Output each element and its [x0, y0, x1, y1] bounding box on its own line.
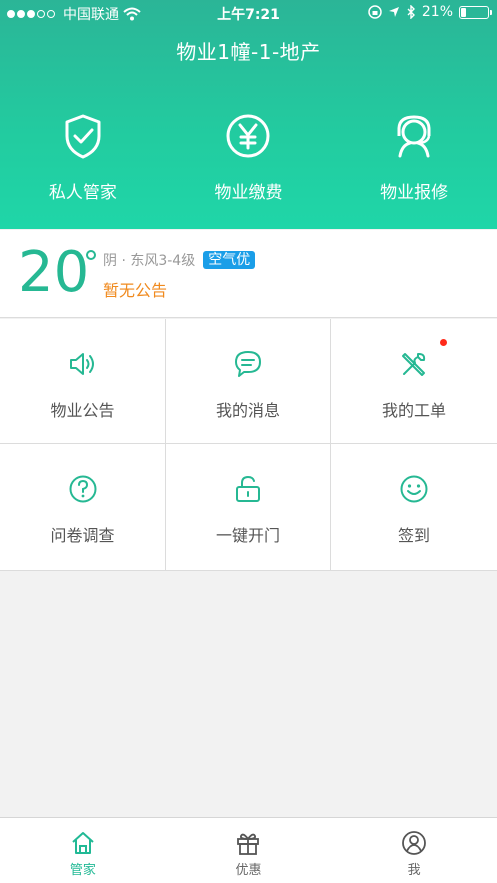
action-label: 物业缴费 [214, 183, 283, 203]
grid-item-messages[interactable]: 我的消息 [166, 319, 331, 444]
battery-icon [459, 5, 492, 19]
grid-item-check-in[interactable]: 签到 [331, 444, 497, 571]
weather-card[interactable]: 20 阴 · 东风3-4级 空气优 暂无公告 [0, 230, 497, 318]
grid-item-label: 我的消息 [215, 401, 280, 420]
top-actions: 私人管家 物业缴费 物业报修 [0, 112, 497, 203]
tab-offers[interactable]: 优惠 [166, 818, 332, 883]
yen-circle-icon [226, 114, 270, 158]
gift-icon [237, 833, 260, 855]
unlock-icon [236, 475, 260, 502]
action-label: 私人管家 [48, 183, 117, 203]
grid-item-label: 一键开门 [215, 526, 280, 545]
speaker-icon [69, 353, 94, 375]
grid-item-open-door[interactable]: 一键开门 [166, 444, 331, 571]
header: 中国联通 上午7:21 21% 物业1幢-1-地产 私人管家 物业缴费 物业报修 [0, 0, 497, 229]
weather-description: 阴 · 东风3-4级 空气优 [103, 250, 256, 270]
location-icon [388, 7, 399, 17]
shield-check-icon [65, 114, 101, 159]
tools-icon [402, 353, 426, 376]
smile-icon [400, 475, 428, 503]
orientation-lock-icon [368, 5, 382, 19]
message-icon [235, 351, 261, 377]
page-title: 物业1幢-1-地产 [176, 40, 321, 64]
service-grid: 物业公告 我的消息 我的工单 问卷调查 一键开门 签到 [0, 319, 497, 571]
grid-item-label: 物业公告 [50, 401, 115, 420]
grid-item-label: 签到 [397, 526, 430, 545]
notice-text[interactable]: 暂无公告 [103, 277, 167, 301]
temperature: 20 [18, 240, 90, 305]
action-label: 物业报修 [380, 183, 449, 203]
grid-item-work-orders[interactable]: 我的工单 [331, 319, 497, 444]
degree-symbol [86, 250, 96, 260]
property-repair-button[interactable]: 物业报修 [331, 112, 497, 203]
air-quality-badge: 空气优 [203, 251, 256, 269]
grid-item-label: 我的工单 [381, 401, 446, 420]
home-icon [72, 832, 94, 854]
question-icon [69, 475, 96, 503]
grid-item-survey[interactable]: 问卷调查 [0, 444, 166, 571]
private-butler-button[interactable]: 私人管家 [0, 112, 166, 203]
user-icon [402, 831, 427, 855]
status-bar: 中国联通 上午7:21 21% [0, 0, 497, 26]
tab-me[interactable]: 我 [331, 818, 497, 883]
tab-label: 优惠 [235, 863, 262, 878]
tab-butler[interactable]: 管家 [0, 818, 166, 883]
property-fee-button[interactable]: 物业缴费 [166, 112, 332, 203]
tab-bar: 管家 优惠 我 [0, 817, 497, 883]
grid-item-label: 问卷调查 [50, 526, 115, 545]
weather-text: 阴 · 东风3-4级 [103, 253, 196, 269]
bluetooth-icon [407, 5, 415, 19]
grid-item-announcement[interactable]: 物业公告 [0, 319, 166, 444]
support-agent-icon [397, 115, 431, 158]
tab-label: 管家 [69, 863, 96, 878]
notification-dot [440, 339, 447, 346]
battery-percent: 21% [421, 4, 453, 20]
tab-label: 我 [407, 863, 421, 878]
